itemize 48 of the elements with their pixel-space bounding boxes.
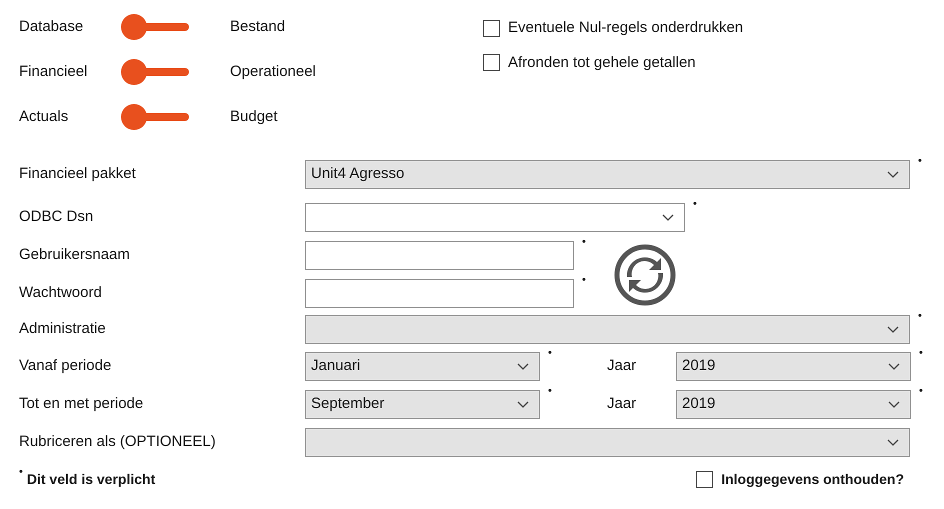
refresh-icon[interactable]	[614, 244, 676, 306]
input-field[interactable]	[305, 241, 574, 270]
field-label: Jaar	[607, 356, 638, 376]
checkbox-label: Eventuele Nul-regels onderdrukken	[508, 18, 744, 38]
field-label: Administratie	[18, 319, 107, 340]
field-label: Tot en met periode	[18, 394, 144, 414]
required-note: Dit veld is verplicht	[26, 470, 156, 489]
toggle-label: Database	[18, 16, 84, 37]
required-mark: •	[548, 386, 553, 397]
checkbox-label: Inloggegevens onthouden?	[721, 470, 904, 489]
input-field[interactable]	[305, 279, 574, 308]
toggle-label: Operationeel	[230, 62, 316, 82]
required-mark: •	[919, 386, 924, 397]
toggle-label: Actuals	[18, 106, 70, 127]
required-mark: •	[919, 348, 924, 359]
field-label: Jaar	[607, 394, 638, 414]
toggle-label: Financieel	[18, 62, 88, 82]
field-label: Financieel pakket	[18, 164, 137, 184]
field-label: Rubriceren als (OPTIONEEL)	[18, 432, 217, 452]
checkbox[interactable]	[483, 20, 500, 37]
required-mark: •	[582, 275, 587, 286]
chevron-down-icon	[662, 214, 674, 221]
required-mark: •	[582, 237, 587, 248]
chevron-down-icon	[887, 326, 899, 333]
chevron-down-icon	[888, 363, 900, 370]
required-mark: •	[918, 156, 923, 167]
dropdown[interactable]	[305, 203, 685, 232]
field-label: Vanaf periode	[18, 356, 112, 376]
required-mark: •	[548, 348, 553, 359]
required-mark: •	[693, 199, 698, 210]
toggle-label: Budget	[230, 106, 278, 127]
toggle-label: Bestand	[230, 16, 286, 37]
chevron-down-icon	[517, 363, 529, 370]
chevron-down-icon	[517, 401, 529, 408]
required-mark: •	[19, 467, 23, 478]
field-label: Wachtwoord	[18, 283, 103, 304]
toggle-switch[interactable]	[121, 14, 189, 40]
chevron-down-icon	[887, 439, 899, 446]
required-mark: •	[918, 311, 923, 322]
toggle-switch[interactable]	[121, 104, 189, 130]
checkbox-label: Afronden tot gehele getallen	[508, 52, 696, 72]
chevron-down-icon	[888, 401, 900, 408]
toggle-switch[interactable]	[121, 59, 189, 85]
chevron-down-icon	[887, 171, 899, 178]
checkbox[interactable]	[483, 54, 500, 72]
field-label: Gebruikersnaam	[18, 245, 131, 266]
field-label: ODBC Dsn	[18, 207, 94, 228]
checkbox[interactable]	[696, 471, 714, 488]
